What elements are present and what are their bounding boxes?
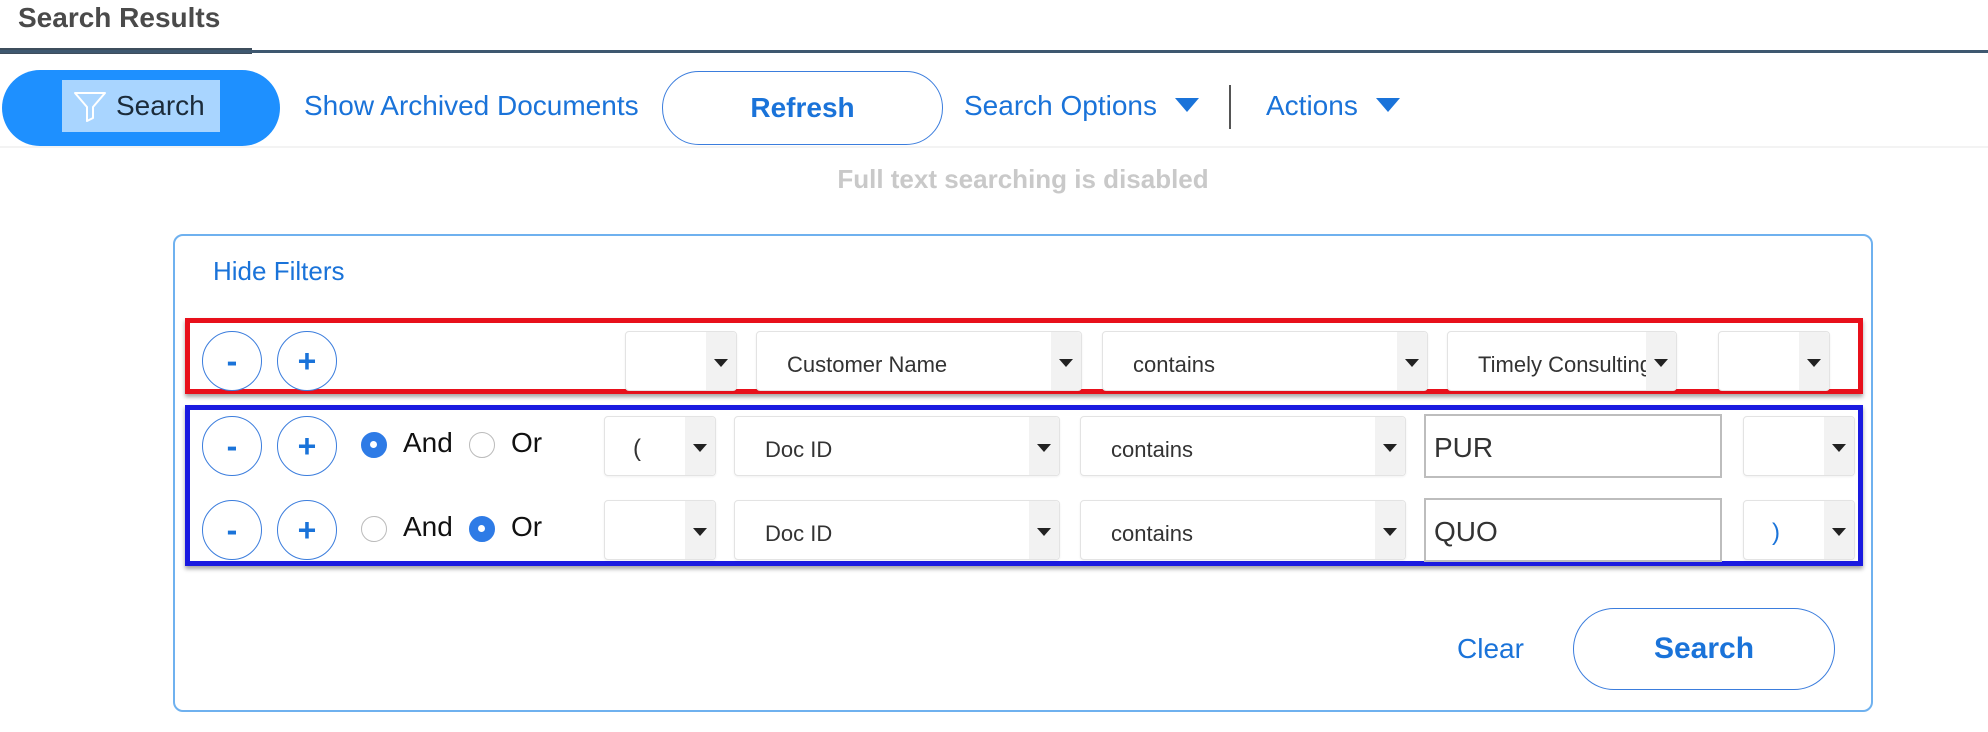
close-paren-select[interactable]: ) [1743,500,1855,560]
refresh-button[interactable]: Refresh [662,71,943,145]
or-label: Or [511,511,543,542]
open-paren-select[interactable] [604,500,716,560]
operator-select[interactable]: contains [1102,331,1428,391]
toolbar-search-label: Search [116,90,205,121]
operator-value: contains [1111,437,1193,462]
plus-label: + [297,512,317,548]
caret-down-icon [1832,528,1846,536]
select-toggle[interactable] [1375,501,1405,559]
plus-label: + [297,343,317,379]
operator-select[interactable]: contains [1080,500,1406,560]
filter-panel: Hide Filters - + Customer Name contains … [173,234,1873,712]
operator-value: contains [1111,521,1193,546]
minus-label: - [226,428,238,464]
remove-filter-row-button[interactable]: - [202,500,262,560]
title-divider [0,50,1988,53]
and-radio[interactable] [361,516,387,542]
select-toggle[interactable] [706,332,736,390]
field-value: Doc ID [765,437,833,462]
caret-down-icon [1037,528,1051,536]
actions-dropdown[interactable]: Actions [1266,90,1400,122]
close-paren-select[interactable] [1743,416,1855,476]
select-toggle[interactable] [685,501,715,559]
caret-down-icon [1037,444,1051,452]
select-toggle[interactable] [1029,417,1059,475]
select-toggle[interactable] [1051,332,1081,390]
caret-down-icon [1405,359,1419,367]
value-value: Timely Consulting [1478,352,1653,377]
value-input[interactable]: QUO [1424,498,1722,562]
open-paren-select[interactable] [625,331,737,391]
page-title: Search Results [18,2,221,33]
select-toggle[interactable] [1799,332,1829,390]
select-toggle[interactable] [685,417,715,475]
caret-down-icon [1807,359,1821,367]
caret-down-icon [1375,98,1400,112]
add-filter-row-button[interactable]: + [277,500,337,560]
filter-search-button[interactable]: Search [1573,608,1835,690]
page-title-tab[interactable]: Search Results [0,0,252,54]
select-toggle[interactable] [1824,501,1854,559]
minus-label: - [226,343,238,379]
caret-down-icon [1832,444,1846,452]
value-input[interactable]: PUR [1424,414,1722,478]
select-toggle[interactable] [1646,332,1676,390]
remove-filter-row-button[interactable]: - [202,416,262,476]
actions-label: Actions [1266,90,1358,121]
or-radio[interactable] [469,516,495,542]
field-value: Customer Name [787,352,948,377]
caret-down-icon [693,528,707,536]
toolbar-search-inner[interactable]: Search [62,80,220,132]
show-archived-documents-link[interactable]: Show Archived Documents [304,90,639,122]
operator-select[interactable]: contains [1080,416,1406,476]
plus-label: + [297,428,317,464]
and-label: And [403,427,453,458]
toolbar-divider [1229,85,1231,129]
close-paren-value: ) [1772,519,1780,546]
refresh-label: Refresh [750,92,855,123]
toolbar-separator [0,146,1988,148]
caret-down-icon [714,359,728,367]
value-select[interactable]: Timely Consulting [1447,331,1677,391]
caret-down-icon [1383,444,1397,452]
hide-filters-link[interactable]: Hide Filters [213,256,344,287]
caret-down-icon [1059,359,1073,367]
and-label: And [403,511,453,542]
select-toggle[interactable] [1824,417,1854,475]
filter-search-label: Search [1653,632,1755,665]
add-filter-row-button[interactable]: + [277,416,337,476]
full-text-notice: Full text searching is disabled [837,164,1209,194]
select-toggle[interactable] [1029,501,1059,559]
add-filter-row-button[interactable]: + [277,331,337,391]
open-paren-value: ( [633,435,641,462]
or-radio[interactable] [469,432,495,458]
field-value: Doc ID [765,521,833,546]
or-label: Or [511,427,543,458]
close-paren-select[interactable] [1718,331,1830,391]
clear-button[interactable]: Clear [1457,633,1524,665]
search-options-label: Search Options [964,90,1157,121]
search-options-dropdown[interactable]: Search Options [964,90,1199,122]
open-paren-select[interactable]: ( [604,416,716,476]
field-select[interactable]: Doc ID [734,416,1060,476]
field-select[interactable]: Doc ID [734,500,1060,560]
caret-down-icon [1175,98,1199,112]
and-radio[interactable] [361,432,387,458]
toolbar: Search Show Archived Documents Refresh S… [0,70,1988,148]
remove-filter-row-button[interactable]: - [202,331,262,391]
caret-down-icon [1383,528,1397,536]
toolbar-search-button[interactable]: Search [2,70,280,146]
select-toggle[interactable] [1375,417,1405,475]
operator-value: contains [1133,352,1215,377]
caret-down-icon [693,444,707,452]
select-toggle[interactable] [1397,332,1427,390]
field-select[interactable]: Customer Name [756,331,1082,391]
minus-label: - [226,512,238,548]
filter-funnel-icon [74,92,106,122]
caret-down-icon [1654,359,1668,367]
